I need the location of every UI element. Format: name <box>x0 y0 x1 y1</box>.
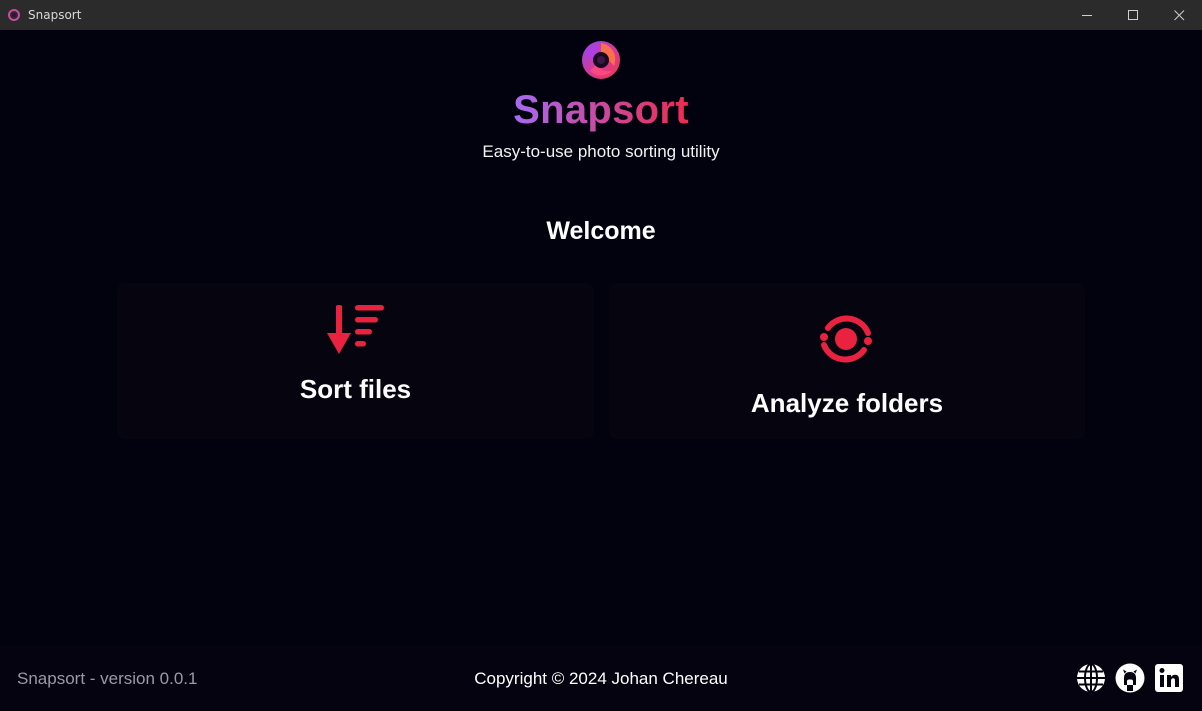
linkedin-icon <box>1155 664 1183 692</box>
github-link[interactable] <box>1115 663 1145 693</box>
window-titlebar: Snapsort <box>0 0 1202 30</box>
linkedin-link[interactable] <box>1154 663 1184 693</box>
app-name-text: Snapsort <box>513 88 689 132</box>
maximize-icon <box>1127 9 1138 20</box>
close-icon <box>1173 9 1184 20</box>
minimize-icon <box>1081 14 1092 16</box>
close-button[interactable] <box>1156 0 1202 30</box>
sort-descending-icon <box>327 305 384 354</box>
app-logo <box>582 41 620 79</box>
globe-icon <box>1077 663 1105 693</box>
scan-target-icon <box>820 315 872 363</box>
maximize-button[interactable] <box>1110 0 1156 30</box>
website-link[interactable] <box>1076 663 1106 693</box>
copyright-text: Copyright © 2024 Johan Chereau <box>474 669 728 688</box>
welcome-heading: Welcome <box>546 217 656 245</box>
footer: Snapsort - version 0.0.1 Copyright © 202… <box>0 645 1202 711</box>
github-icon <box>1115 663 1145 693</box>
sort-files-card[interactable]: Sort files <box>117 283 594 439</box>
analyze-folders-card[interactable]: Analyze folders <box>609 283 1085 439</box>
sort-files-label: Sort files <box>299 374 412 404</box>
analyze-folders-label: Analyze folders <box>750 388 944 418</box>
app-name: Snapsort <box>0 88 1202 133</box>
app-tagline: Easy-to-use photo sorting utility <box>482 142 720 161</box>
minimize-button[interactable] <box>1064 0 1110 30</box>
app-icon <box>8 9 20 21</box>
window-title: Snapsort <box>28 8 82 22</box>
